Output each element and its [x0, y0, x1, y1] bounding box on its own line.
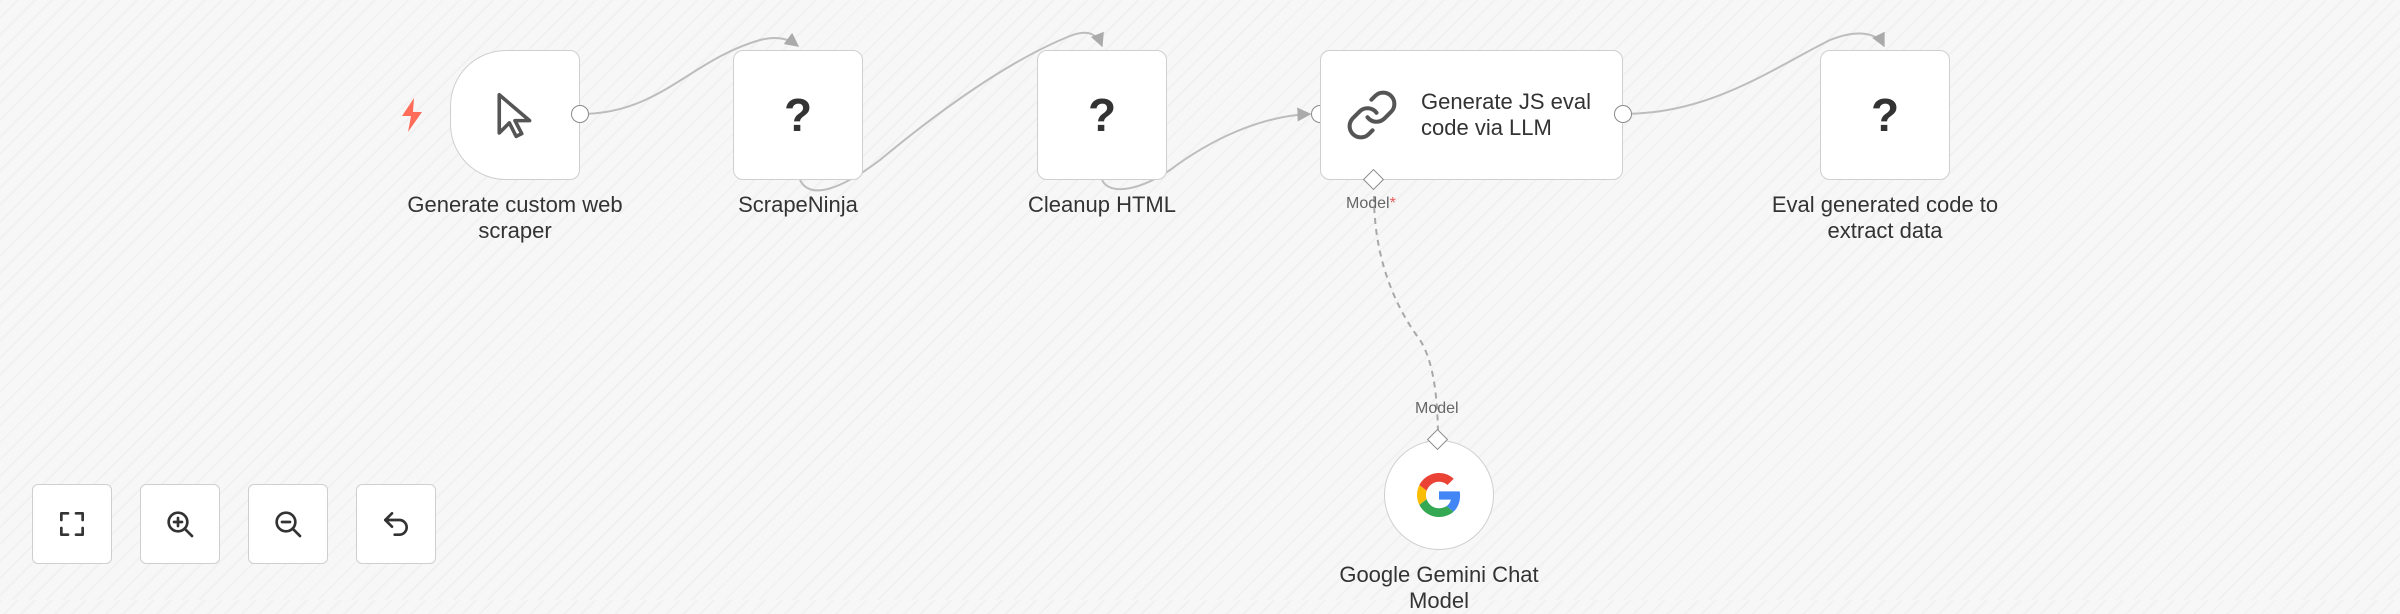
- fit-to-view-button[interactable]: [32, 484, 112, 564]
- undo-icon: [384, 512, 408, 536]
- fullscreen-icon: [60, 512, 84, 536]
- reset-zoom-button[interactable]: [356, 484, 436, 564]
- node-label: ScrapeNinja: [738, 192, 858, 217]
- node-generate-js-eval-code[interactable]: Generate JS eval code via LLM: [1320, 50, 1623, 180]
- node-label: Generate JS eval code via LLM: [1421, 89, 1591, 140]
- zoom-in-button[interactable]: [140, 484, 220, 564]
- node-label: Google Gemini Chat Model: [1339, 562, 1539, 613]
- node-scrapeninja[interactable]: ?: [733, 50, 863, 180]
- model-label-text: Model: [1346, 195, 1390, 212]
- node-eval-generated-code[interactable]: ?: [1820, 50, 1950, 180]
- model-connector-label: Model*: [1346, 195, 1396, 213]
- node-label: Eval generated code to extract data: [1771, 192, 1999, 243]
- node-label: Cleanup HTML: [1028, 192, 1176, 217]
- gemini-model-connector-label: Model: [1415, 400, 1459, 417]
- trigger-bolt-icon: [402, 98, 422, 132]
- question-mark-icon: ?: [1870, 89, 1900, 141]
- cursor-click-icon: [497, 92, 532, 139]
- question-mark-icon: ?: [783, 89, 813, 141]
- node-google-gemini-chat-model[interactable]: [1384, 440, 1494, 550]
- google-icon: [1417, 473, 1461, 517]
- question-mark-icon: ?: [1087, 89, 1117, 141]
- trigger-output-port[interactable]: [571, 105, 589, 123]
- zoom-out-icon: [275, 511, 302, 538]
- node-generate-custom-web-scraper[interactable]: [450, 50, 580, 180]
- link-icon: [1347, 90, 1397, 140]
- node-label: Generate custom web scraper: [407, 192, 623, 243]
- node-cleanup-html[interactable]: ?: [1037, 50, 1167, 180]
- zoom-out-button[interactable]: [248, 484, 328, 564]
- llm-output-port[interactable]: [1614, 105, 1632, 123]
- zoom-in-icon: [167, 511, 194, 538]
- required-marker: *: [1389, 195, 1396, 212]
